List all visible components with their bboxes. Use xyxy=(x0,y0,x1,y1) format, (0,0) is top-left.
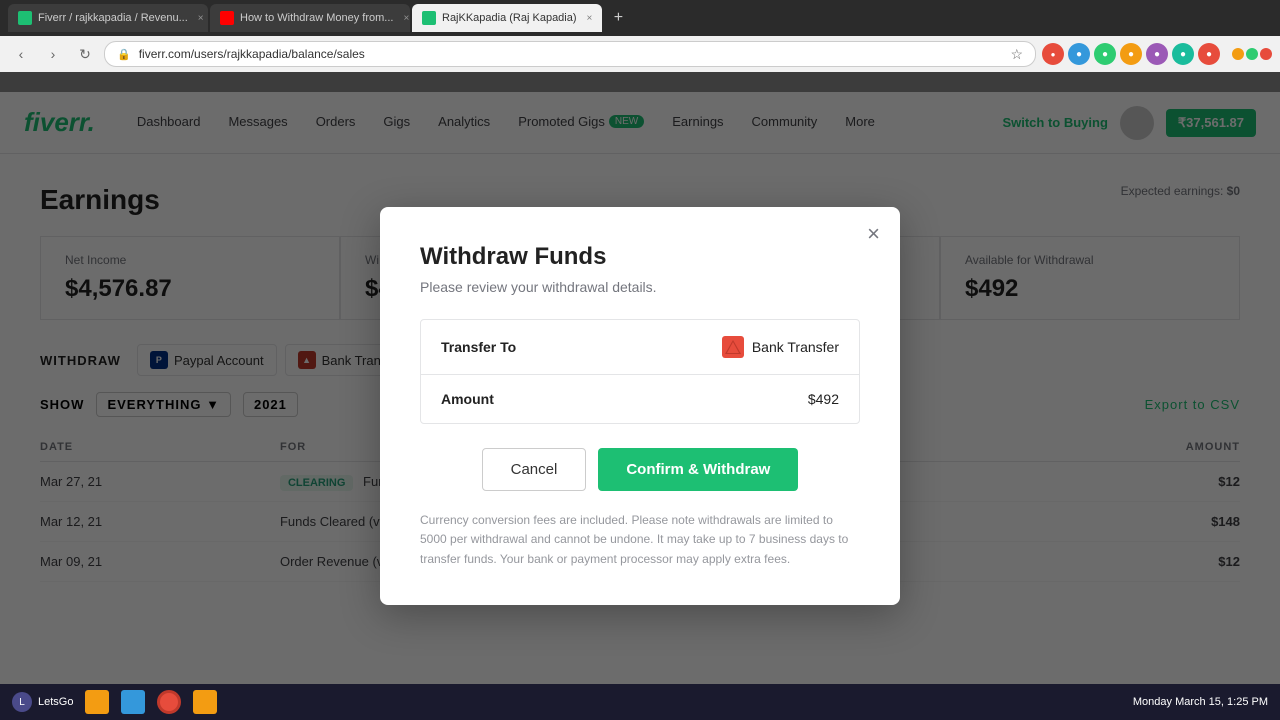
taskbar-chrome-icon[interactable] xyxy=(157,690,181,714)
taskbar: L LetsGo Monday March 15, 1:25 PM xyxy=(0,684,1280,720)
browser-ext-icon-1[interactable]: ● xyxy=(1042,43,1064,65)
star-icon[interactable]: ☆ xyxy=(1010,46,1023,63)
withdraw-modal: × Withdraw Funds Please review your with… xyxy=(380,207,900,605)
taskbar-right: Monday March 15, 1:25 PM xyxy=(1133,696,1268,708)
reload-button[interactable]: ↻ xyxy=(72,41,98,67)
taskbar-app-label: LetsGo xyxy=(38,696,73,708)
browser-icons: ● ● ● ● ● ● ● xyxy=(1042,43,1272,65)
amount-row: Amount $492 xyxy=(421,375,859,423)
taskbar-files-icon[interactable] xyxy=(193,690,217,714)
tab-close-youtube[interactable]: × xyxy=(403,13,409,24)
address-bar-row: ‹ › ↻ 🔒 fiverr.com/users/rajkkapadia/bal… xyxy=(0,36,1280,72)
window-controls xyxy=(1232,48,1272,60)
tab-bar: Fiverr / rajkkapadia / Revenu... × How t… xyxy=(0,0,1280,36)
browser-ext-icon-6[interactable]: ● xyxy=(1172,43,1194,65)
browser-ext-icon-2[interactable]: ● xyxy=(1068,43,1090,65)
amount-label: Amount xyxy=(441,391,808,407)
modal-buttons: Cancel Confirm & Withdraw xyxy=(420,448,860,491)
modal-overlay: × Withdraw Funds Please review your with… xyxy=(0,92,1280,720)
tab-label-fiverr: Fiverr / rajkkapadia / Revenu... xyxy=(38,12,188,24)
transfer-to-value: Bank Transfer xyxy=(722,336,839,358)
modal-disclaimer: Currency conversion fees are included. P… xyxy=(420,511,860,569)
forward-button[interactable]: › xyxy=(40,41,66,67)
browser-ext-icon-7[interactable]: ● xyxy=(1198,43,1220,65)
tab-favicon-youtube xyxy=(220,11,234,25)
browser-ext-icon-3[interactable]: ● xyxy=(1094,43,1116,65)
taskbar-clock: Monday March 15, 1:25 PM xyxy=(1133,696,1268,708)
close-button[interactable] xyxy=(1260,48,1272,60)
transfer-to-label: Transfer To xyxy=(441,339,722,355)
confirm-withdraw-button[interactable]: Confirm & Withdraw xyxy=(598,448,798,491)
tab-close-fiverr[interactable]: × xyxy=(198,13,204,24)
cancel-button[interactable]: Cancel xyxy=(482,448,587,491)
modal-subtitle: Please review your withdrawal details. xyxy=(420,279,860,295)
browser-chrome: Fiverr / rajkkapadia / Revenu... × How t… xyxy=(0,0,1280,92)
details-table: Transfer To Bank Transfer Amount $492 xyxy=(420,319,860,424)
address-text: fiverr.com/users/rajkkapadia/balance/sal… xyxy=(139,47,365,61)
browser-ext-icon-5[interactable]: ● xyxy=(1146,43,1168,65)
lock-icon: 🔒 xyxy=(117,48,131,61)
maximize-button[interactable] xyxy=(1246,48,1258,60)
back-button[interactable]: ‹ xyxy=(8,41,34,67)
modal-close-button[interactable]: × xyxy=(867,223,880,245)
tab-label-youtube: How to Withdraw Money from... xyxy=(240,12,393,24)
new-tab-button[interactable]: + xyxy=(604,4,632,32)
tab-youtube[interactable]: How to Withdraw Money from... × xyxy=(210,4,410,32)
taskbar-app[interactable]: L LetsGo xyxy=(12,692,73,712)
transfer-to-row: Transfer To Bank Transfer xyxy=(421,320,859,375)
tab-favicon-fiverr xyxy=(18,11,32,25)
taskbar-app-icon: L xyxy=(12,692,32,712)
browser-ext-icon-4[interactable]: ● xyxy=(1120,43,1142,65)
bank-transfer-icon xyxy=(722,336,744,358)
amount-value: $492 xyxy=(808,391,839,407)
tab-fiverr[interactable]: Fiverr / rajkkapadia / Revenu... × xyxy=(8,4,208,32)
tab-favicon-profile xyxy=(422,11,436,25)
modal-title: Withdraw Funds xyxy=(420,243,860,271)
taskbar-folder-icon[interactable] xyxy=(85,690,109,714)
address-bar[interactable]: 🔒 fiverr.com/users/rajkkapadia/balance/s… xyxy=(104,41,1036,67)
tab-label-profile: RajKKapadia (Raj Kapadia) xyxy=(442,12,577,24)
minimize-button[interactable] xyxy=(1232,48,1244,60)
taskbar-camera-icon[interactable] xyxy=(121,690,145,714)
tab-profile[interactable]: RajKKapadia (Raj Kapadia) × xyxy=(412,4,602,32)
bank-icon-svg xyxy=(724,339,742,355)
tab-close-profile[interactable]: × xyxy=(587,13,593,24)
